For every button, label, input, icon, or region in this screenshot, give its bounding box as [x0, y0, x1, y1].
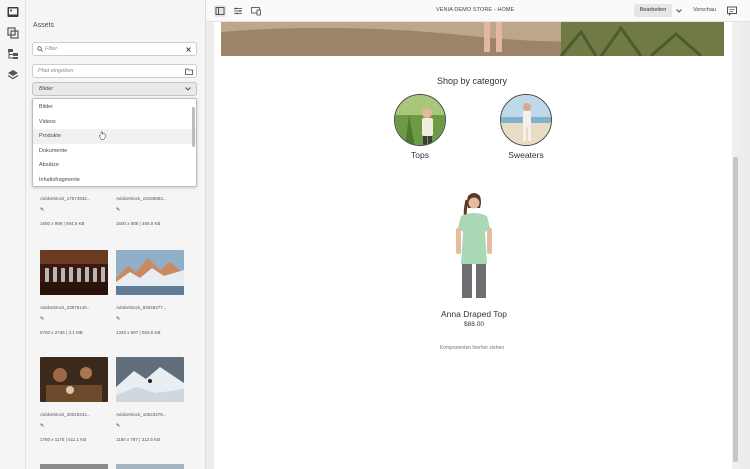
category-image — [394, 94, 446, 146]
edit-icon[interactable]: ✎ — [40, 207, 110, 213]
asset-name: AdobeStock_93049277... — [116, 305, 167, 310]
asset-name: AdobeStock_23169883... — [116, 196, 167, 201]
asset-type-dropdown: Bilder Videos Produkte Dokumente Absätze… — [32, 98, 197, 187]
asset-thumbnail — [40, 357, 108, 402]
edit-icon[interactable]: ✎ — [116, 316, 186, 322]
path-input[interactable]: Pfad eingeben — [32, 64, 197, 78]
dropdown-option-paragraphs[interactable]: Absätze — [33, 158, 196, 173]
side-rail — [0, 0, 26, 469]
edit-icon[interactable]: ✎ — [40, 316, 110, 322]
folder-icon[interactable] — [185, 68, 193, 75]
path-placeholder: Pfad eingeben — [38, 68, 74, 74]
asset-name: AdobeStock_17574932... — [40, 196, 91, 201]
annotations-icon[interactable] — [726, 5, 738, 17]
asset-meta: 1345 x 897 | 563.6 KB — [116, 330, 161, 335]
edit-icon[interactable]: ✎ — [116, 423, 186, 429]
content-tree-icon[interactable] — [7, 48, 19, 60]
assets-panel-icon[interactable] — [7, 6, 19, 18]
asset-meta: 1760 x 1175 | 511.1 KB — [40, 437, 87, 442]
hero-banner-image[interactable] — [221, 22, 724, 56]
product-price: $88.00 — [464, 321, 484, 328]
preview-button[interactable]: Vorschau — [693, 7, 716, 13]
asset-name: AdobeStock_10523479... — [116, 412, 167, 417]
page-content: Shop by category Tops Sweaters Anna Drap… — [214, 22, 734, 469]
category-image — [500, 94, 552, 146]
mouse-cursor-icon — [99, 131, 106, 140]
dropdown-option-images[interactable]: Bilder — [33, 100, 196, 115]
section-title: Shop by category — [436, 76, 508, 86]
assets-panel: Assets Filter Pfad eingeben Bilder Bilde… — [26, 0, 206, 469]
edit-mode-button[interactable]: Bearbeiten — [634, 4, 672, 17]
page-properties-icon[interactable] — [232, 5, 244, 17]
toggle-side-panel-icon[interactable] — [214, 5, 226, 17]
asset-card[interactable]: AdobeStock_17574932... ✎ 1600 x 999 | 59… — [40, 196, 110, 226]
dropdown-option-products[interactable]: Produkte — [33, 129, 196, 144]
category-tops[interactable]: Tops — [390, 94, 450, 160]
drop-components-hint[interactable]: Komponenten hierher ziehen — [214, 345, 730, 351]
asset-type-value: Bilder — [39, 86, 54, 92]
clear-icon[interactable] — [186, 47, 191, 52]
editor-toolbar: VENIA DEMO STORE - HOME Bearbeiten Vorsc… — [206, 0, 750, 22]
asset-meta: 1600 x 999 | 594.5 KB — [40, 221, 85, 226]
product-image — [456, 193, 492, 298]
dropdown-option-videos[interactable]: Videos — [33, 115, 196, 130]
canvas-scrollbar[interactable] — [732, 22, 739, 469]
asset-name: AdobeStock_20019234... — [40, 412, 91, 417]
asset-name: AdobeStock_23975146... — [40, 305, 91, 310]
chevron-down-icon — [185, 87, 191, 91]
asset-card[interactable]: AdobeStock_23169883... ✎ 1600 x 886 | 48… — [116, 196, 186, 226]
product-name: Anna Draped Top — [440, 309, 507, 319]
category-label: Tops — [411, 150, 429, 160]
dropdown-option-documents[interactable]: Dokumente — [33, 144, 196, 159]
asset-thumbnail — [40, 250, 108, 295]
canvas-scrollbar-thumb[interactable] — [733, 157, 738, 462]
components-icon[interactable] — [7, 27, 19, 39]
page-title: VENIA DEMO STORE - HOME — [436, 7, 515, 13]
asset-thumbnail — [116, 250, 184, 295]
asset-meta: 5760 x 2736 | 3.1 MB — [40, 330, 83, 335]
edit-icon[interactable]: ✎ — [40, 423, 110, 429]
asset-thumbnail — [116, 357, 184, 402]
layers-icon[interactable] — [7, 69, 19, 81]
asset-thumbnail-partial — [40, 464, 108, 469]
asset-card[interactable]: AdobeStock_20019234... ✎ 1760 x 1175 | 5… — [40, 357, 110, 442]
assets-title: Assets — [33, 22, 55, 29]
page-canvas: Shop by category Tops Sweaters Anna Drap… — [206, 22, 750, 469]
filter-placeholder: Filter — [45, 46, 58, 52]
asset-thumbnail-partial — [116, 464, 184, 469]
filter-input[interactable]: Filter — [32, 42, 197, 56]
asset-type-select[interactable]: Bilder — [32, 82, 197, 96]
category-label: Sweaters — [508, 150, 544, 160]
search-icon — [37, 46, 43, 52]
product-teaser[interactable]: Anna Draped Top $88.00 — [434, 192, 514, 328]
edit-icon[interactable]: ✎ — [116, 207, 186, 213]
dropdown-option-content-fragments[interactable]: Inhaltsfragmente — [33, 173, 196, 188]
category-sweaters[interactable]: Sweaters — [496, 94, 556, 160]
dropdown-scrollbar[interactable] — [192, 107, 195, 147]
asset-card[interactable]: AdobeStock_10523479... ✎ 1180 x 787 | 31… — [116, 357, 186, 442]
emulator-icon[interactable] — [250, 5, 262, 17]
asset-meta: 1180 x 787 | 312.5 KB — [116, 437, 161, 442]
chevron-down-icon[interactable] — [676, 9, 682, 13]
asset-meta: 1600 x 886 | 485.0 KB — [116, 221, 161, 226]
asset-card[interactable]: AdobeStock_93049277... ✎ 1345 x 897 | 56… — [116, 250, 186, 335]
asset-card[interactable]: AdobeStock_23975146... ✎ 5760 x 2736 | 3… — [40, 250, 110, 335]
